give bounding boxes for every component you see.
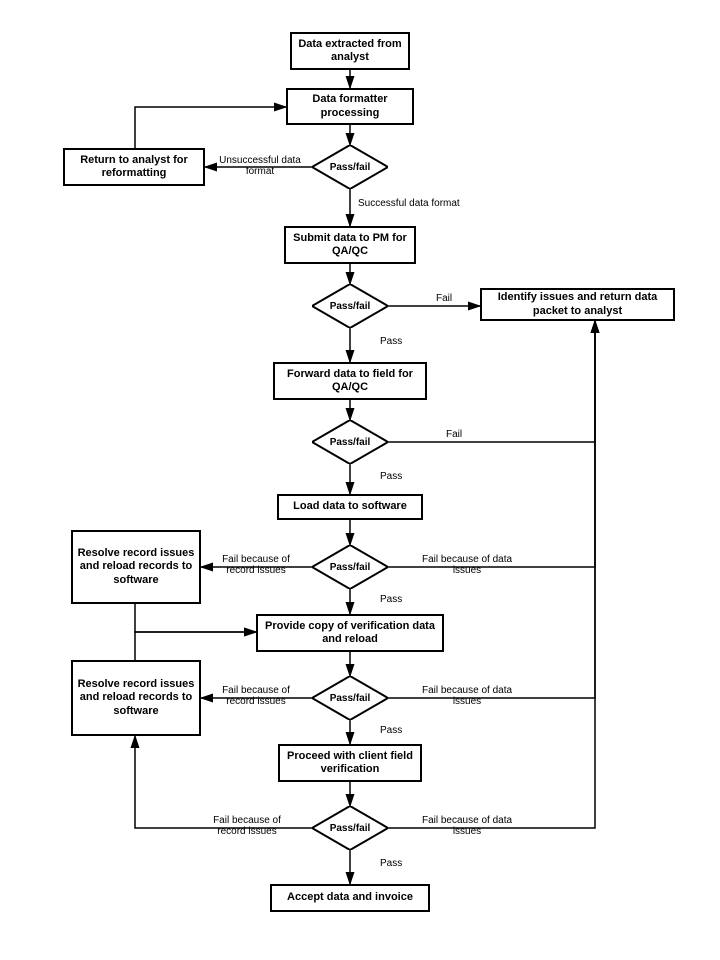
decision-load: Pass/fail — [312, 545, 388, 589]
node-accept-invoice: Accept data and invoice — [270, 884, 430, 912]
edge-d6-fail-right: Fail because of data issues — [420, 815, 514, 837]
node-submit-pm: Submit data to PM for QA/QC — [284, 226, 416, 264]
label: Return to analyst for reformatting — [69, 154, 199, 180]
edge-d4-fail-left: Fail because of record issues — [209, 554, 303, 576]
edge-successful-format: Successful data format — [358, 198, 488, 209]
edge-d5-fail-left: Fail because of record issues — [209, 685, 303, 707]
edge-unsuccessful-format: Unsuccessful data format — [217, 155, 303, 177]
node-forward-field: Forward data to field for QA/QC — [273, 362, 427, 400]
label: Identify issues and return data packet t… — [486, 291, 669, 317]
node-resolve-record-a: Resolve record issues and reload records… — [71, 530, 201, 604]
label: Pass/fail — [330, 437, 371, 448]
label: Pass/fail — [330, 693, 371, 704]
edge-d3-pass: Pass — [380, 471, 402, 482]
label: Pass/fail — [330, 823, 371, 834]
node-data-formatter: Data formatter processing — [286, 88, 414, 125]
decision-field-qa: Pass/fail — [312, 420, 388, 464]
node-return-analyst: Return to analyst for reformatting — [63, 148, 205, 186]
node-provide-copy: Provide copy of verification data and re… — [256, 614, 444, 652]
node-resolve-record-b: Resolve record issues and reload records… — [71, 660, 201, 736]
edge-d5-fail-right: Fail because of data issues — [420, 685, 514, 707]
edge-d4-fail-right: Fail because of data issues — [420, 554, 514, 576]
label: Resolve record issues and reload records… — [77, 678, 195, 718]
node-proceed-client: Proceed with client field verification — [278, 744, 422, 782]
decision-verify: Pass/fail — [312, 676, 388, 720]
label: Data formatter processing — [292, 93, 408, 119]
label: Proceed with client field verification — [284, 750, 416, 776]
label: Pass/fail — [330, 162, 371, 173]
node-data-extracted: Data extracted from analyst — [290, 32, 410, 70]
label: Provide copy of verification data and re… — [262, 620, 438, 646]
edge-d2-fail: Fail — [436, 293, 452, 304]
edge-d3-fail: Fail — [446, 429, 462, 440]
edge-d6-pass: Pass — [380, 858, 402, 869]
edge-d5-pass: Pass — [380, 725, 402, 736]
decision-pm-qa: Pass/fail — [312, 284, 388, 328]
decision-format: Pass/fail — [312, 145, 388, 189]
edge-d2-pass: Pass — [380, 336, 402, 347]
decision-client: Pass/fail — [312, 806, 388, 850]
edge-d6-fail-left: Fail because of record issues — [200, 815, 294, 837]
node-load-software: Load data to software — [277, 494, 423, 520]
label: Pass/fail — [330, 562, 371, 573]
label: Accept data and invoice — [287, 891, 413, 904]
label: Load data to software — [293, 500, 407, 513]
node-identify-issues: Identify issues and return data packet t… — [480, 288, 675, 321]
label: Submit data to PM for QA/QC — [290, 232, 410, 258]
edge-d4-pass: Pass — [380, 594, 402, 605]
label: Data extracted from analyst — [296, 38, 404, 64]
label: Pass/fail — [330, 301, 371, 312]
label: Forward data to field for QA/QC — [279, 368, 421, 394]
label: Resolve record issues and reload records… — [77, 547, 195, 587]
